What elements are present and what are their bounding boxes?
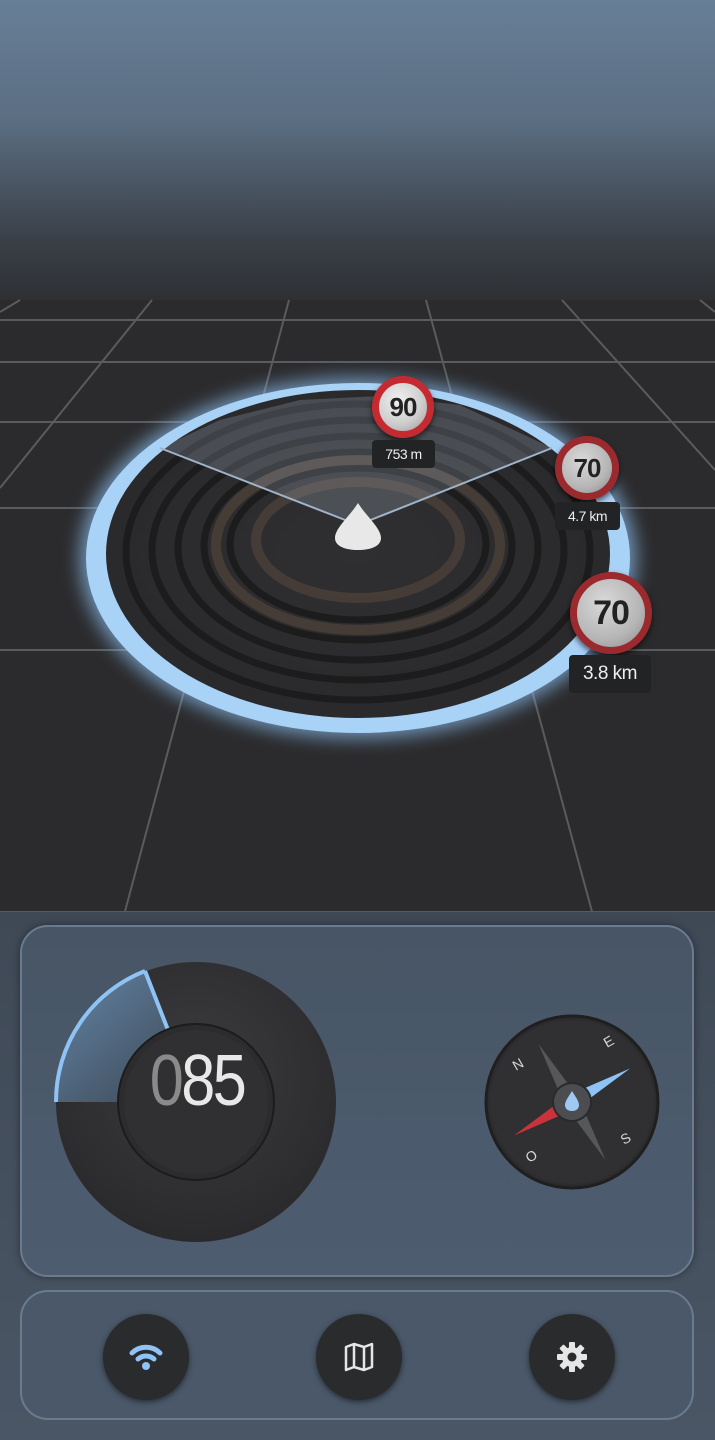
camera-distance-label: 4.7 km	[555, 502, 620, 530]
speed-limit-sign[interactable]: 90	[372, 376, 434, 438]
map-button[interactable]	[316, 1314, 402, 1400]
camera-distance-label: 753 m	[372, 440, 435, 468]
speed-limit-value: 90	[389, 391, 418, 422]
radar-button[interactable]	[103, 1314, 189, 1400]
wifi-icon	[129, 1344, 163, 1370]
gear-icon	[557, 1342, 587, 1372]
speed-limit-sign[interactable]: 70	[555, 436, 619, 500]
speed-leading-digit: 0	[149, 1041, 184, 1121]
speed-readout: 085	[133, 1040, 261, 1122]
speed-limit-value: 70	[593, 593, 630, 632]
bottom-navigation	[20, 1290, 694, 1420]
map-icon	[344, 1342, 374, 1372]
speed-limit-value: 70	[573, 452, 602, 483]
speed-value: 85	[181, 1041, 247, 1121]
speed-limit-sign[interactable]: 70	[570, 572, 652, 654]
camera-distance-label: 3.8 km	[569, 655, 651, 693]
settings-button[interactable]	[529, 1314, 615, 1400]
compass[interactable]: N E S O	[483, 1013, 661, 1191]
